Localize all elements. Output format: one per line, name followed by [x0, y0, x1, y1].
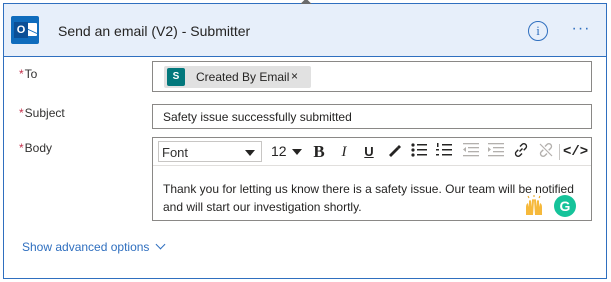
italic-button[interactable]: I	[333, 142, 355, 162]
action-card: O Send an email (V2) - Submitter i ··· *…	[3, 0, 607, 279]
font-color-button[interactable]	[383, 142, 405, 162]
chevron-down-icon	[292, 149, 302, 155]
remove-link-button[interactable]	[535, 142, 557, 162]
show-advanced-options-link[interactable]: Show advanced options	[22, 239, 166, 254]
unlink-icon	[539, 143, 553, 157]
more-options-icon[interactable]: ···	[569, 20, 593, 40]
marker-icon	[389, 145, 401, 157]
token-label: Created By Email	[196, 70, 290, 84]
decrease-indent-icon	[463, 143, 479, 157]
rich-text-toolbar: Font 12 B I U </>	[153, 138, 591, 166]
bold-button[interactable]: B	[308, 142, 330, 162]
sharepoint-icon: S	[167, 68, 185, 86]
raised-hands-emoji-icon	[523, 195, 545, 217]
subject-value: Safety issue successfully submitted	[163, 110, 352, 124]
bulleted-list-button[interactable]	[408, 142, 430, 162]
chevron-down-icon	[155, 239, 166, 250]
required-marker: *	[19, 141, 24, 155]
body-label: *Body	[19, 141, 53, 155]
toolbar-divider	[559, 144, 560, 160]
decrease-indent-button[interactable]	[460, 142, 482, 162]
bullet-list-icon	[411, 143, 427, 157]
remove-token-icon[interactable]: ×	[291, 69, 298, 83]
subject-field[interactable]: Safety issue successfully submitted	[152, 104, 592, 129]
link-icon	[514, 143, 528, 157]
grammarly-icon[interactable]: G	[554, 195, 576, 217]
card-header[interactable]: O Send an email (V2) - Submitter i ···	[4, 4, 606, 57]
required-marker: *	[19, 67, 24, 81]
font-size-select[interactable]: 12	[266, 141, 304, 162]
insert-link-button[interactable]	[510, 142, 532, 162]
info-icon[interactable]: i	[528, 21, 548, 41]
dynamic-content-token[interactable]: S Created By Email ×	[164, 66, 311, 88]
to-field[interactable]: S Created By Email ×	[152, 61, 592, 92]
card-title[interactable]: Send an email (V2) - Submitter	[58, 23, 250, 39]
chevron-down-icon	[245, 150, 255, 156]
subject-label: *Subject	[19, 106, 65, 120]
required-marker: *	[19, 106, 24, 120]
font-family-select[interactable]: Font	[158, 141, 262, 162]
to-label: *To	[19, 67, 38, 81]
outlook-icon: O	[11, 16, 39, 44]
increase-indent-icon	[488, 143, 504, 157]
increase-indent-button[interactable]	[485, 142, 507, 162]
underline-button[interactable]: U	[358, 142, 380, 162]
body-content[interactable]: Thank you for letting us know there is a…	[163, 180, 581, 216]
numbered-list-button[interactable]	[433, 142, 455, 162]
body-editor[interactable]: Font 12 B I U </> Thank you for letting …	[152, 137, 592, 221]
numbered-list-icon	[436, 143, 452, 156]
code-view-button[interactable]: </>	[563, 142, 588, 162]
